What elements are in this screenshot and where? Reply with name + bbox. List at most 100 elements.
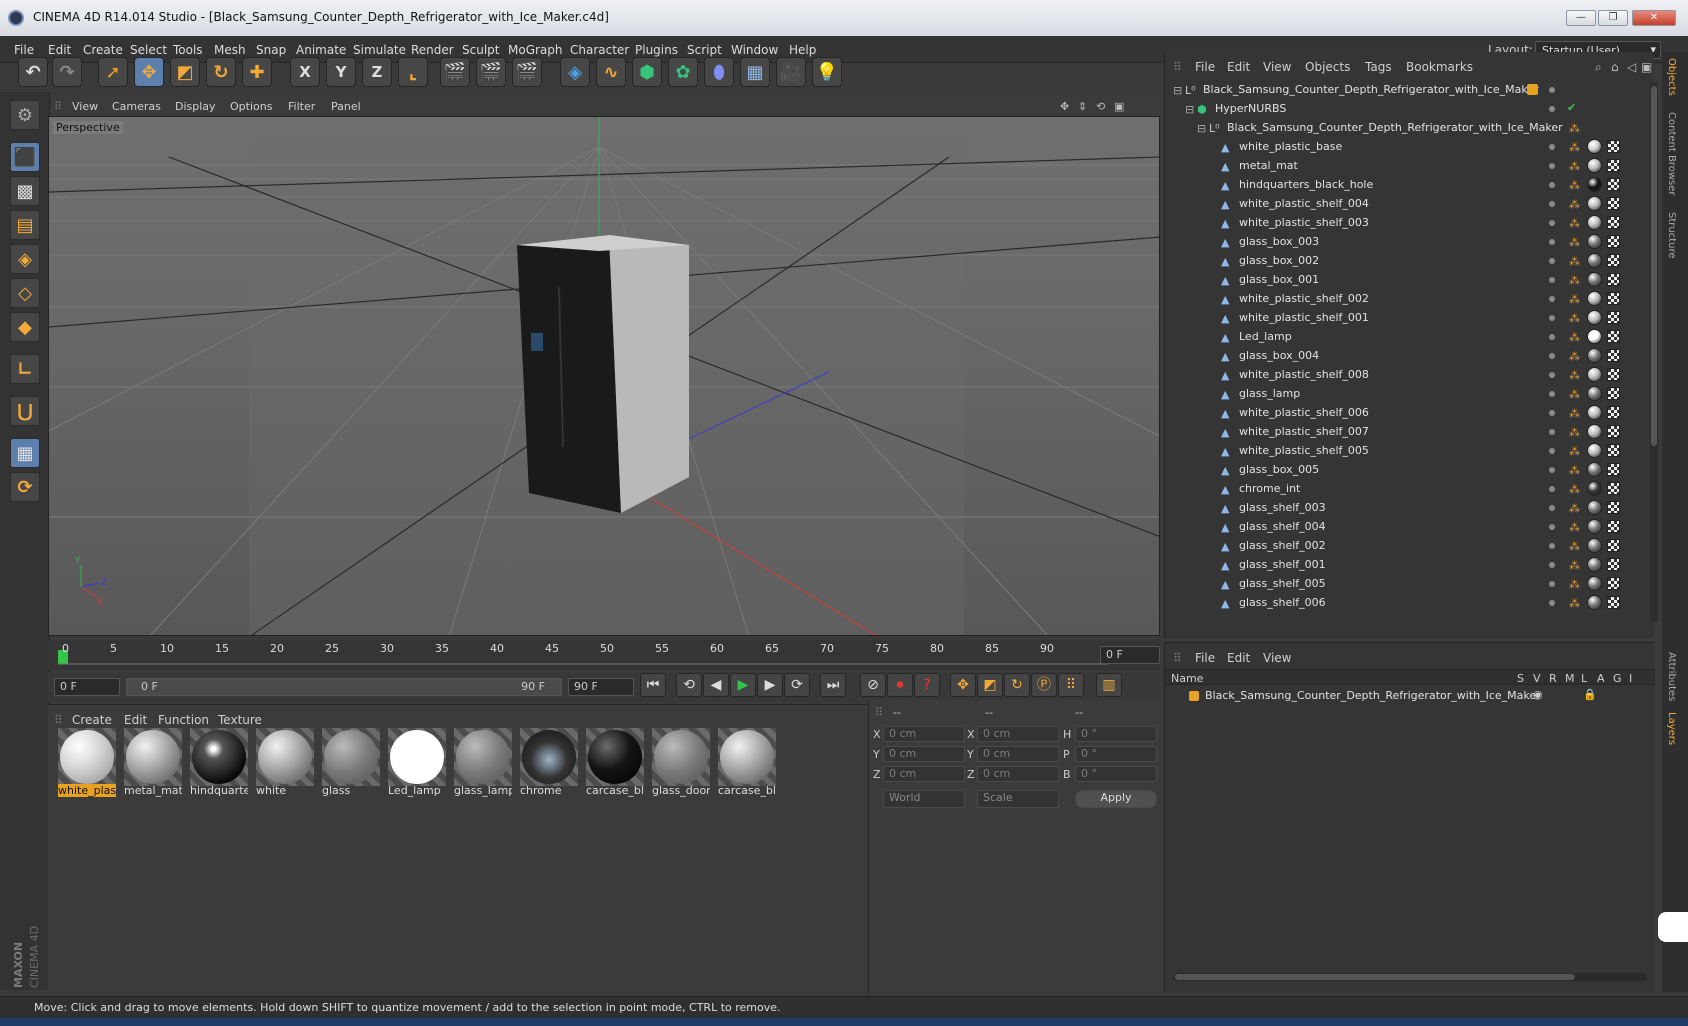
material-menu-texture[interactable]: Texture: [218, 713, 262, 727]
object-row[interactable]: ▲ glass_lamp ⁂: [1165, 384, 1635, 404]
menu-window[interactable]: Window: [731, 43, 778, 57]
phong-tag-icon[interactable]: ⁂: [1569, 198, 1580, 211]
undo-button[interactable]: ↶: [18, 57, 48, 87]
visibility-dot[interactable]: [1549, 239, 1555, 245]
object-row[interactable]: ▲ glass_box_003 ⁂: [1165, 232, 1635, 252]
visibility-dot[interactable]: [1549, 467, 1555, 473]
previous-key-button[interactable]: ⟲: [676, 673, 702, 697]
visibility-dot[interactable]: [1549, 372, 1555, 378]
workplane-lock-button[interactable]: ▦: [10, 438, 40, 468]
visibility-dot[interactable]: [1549, 315, 1555, 321]
next-frame-button[interactable]: ▶: [757, 673, 783, 697]
z-axis-lock-button[interactable]: Z: [362, 57, 392, 87]
material-tag-icon[interactable]: [1587, 576, 1602, 591]
keyframe-selection-button[interactable]: ?: [914, 673, 940, 697]
scale-tool-button[interactable]: ◩: [170, 57, 200, 87]
phong-tag-icon[interactable]: ⁂: [1569, 369, 1580, 382]
material-tag-icon[interactable]: [1587, 405, 1602, 420]
material-swatch[interactable]: chrome: [520, 728, 578, 797]
texture-tag-icon[interactable]: [1607, 292, 1620, 305]
material-tag-icon[interactable]: [1587, 253, 1602, 268]
layers-menu-view[interactable]: View: [1263, 651, 1291, 665]
texture-tag-icon[interactable]: [1607, 387, 1620, 400]
frame-range-slider[interactable]: 0 F 90 F: [126, 678, 562, 696]
layers-column-a[interactable]: A: [1597, 672, 1605, 685]
key-pla-button[interactable]: ⠿: [1058, 673, 1084, 697]
end-frame-field[interactable]: 90 F: [568, 678, 634, 696]
viewport-menu-filter[interactable]: Filter: [288, 100, 315, 113]
layer-color-icon[interactable]: [1189, 691, 1199, 701]
scene-floor-button[interactable]: ▦: [740, 57, 770, 87]
remote-support-icon[interactable]: [1658, 912, 1688, 942]
visibility-dot[interactable]: [1549, 581, 1555, 587]
size-z-field[interactable]: 0 cm: [977, 766, 1059, 782]
tab-attributes[interactable]: Attributes: [1666, 652, 1677, 701]
rotation-b-field[interactable]: 0 °: [1075, 766, 1157, 782]
object-row[interactable]: ▲ white_plastic_shelf_003 ⁂: [1165, 213, 1635, 233]
phong-tag-icon[interactable]: ⁂: [1569, 293, 1580, 306]
next-key-button[interactable]: ⟳: [784, 673, 810, 697]
phong-tag-icon[interactable]: ⁂: [1569, 350, 1580, 363]
texture-tag-icon[interactable]: [1607, 349, 1620, 362]
panel-grip-icon[interactable]: ⠿: [1173, 60, 1182, 74]
material-swatch[interactable]: carcase_bla: [718, 728, 776, 797]
material-tag-icon[interactable]: [1587, 272, 1602, 287]
material-tag-icon[interactable]: [1587, 196, 1602, 211]
tab-objects[interactable]: Objects: [1666, 58, 1677, 96]
menu-tools[interactable]: Tools: [173, 43, 203, 57]
texture-tag-icon[interactable]: [1607, 159, 1620, 172]
object-row[interactable]: ▲ glass_shelf_003 ⁂: [1165, 498, 1635, 518]
menu-create[interactable]: Create: [83, 43, 123, 57]
object-row[interactable]: ▲ Led_lamp ⁂: [1165, 327, 1635, 347]
layers-column-r[interactable]: R: [1549, 672, 1557, 685]
visibility-dot[interactable]: [1549, 144, 1555, 150]
texture-tag-icon[interactable]: [1607, 444, 1620, 457]
phong-tag-icon[interactable]: ⁂: [1569, 597, 1580, 610]
texture-tag-icon[interactable]: [1607, 463, 1620, 476]
recent-tool-button[interactable]: ✚: [242, 57, 272, 87]
render-picture-viewer-button[interactable]: 🎬: [476, 57, 506, 87]
texture-tag-icon[interactable]: [1607, 501, 1620, 514]
texture-tag-icon[interactable]: [1607, 368, 1620, 381]
texture-tag-icon[interactable]: [1607, 330, 1620, 343]
object-row[interactable]: ▲ white_plastic_shelf_007 ⁂: [1165, 422, 1635, 442]
lock-icon[interactable]: 🔒: [1583, 688, 1597, 701]
minimize-button[interactable]: —: [1566, 10, 1596, 26]
viewport-menu-panel[interactable]: Panel: [331, 100, 361, 113]
material-tag-icon[interactable]: [1587, 348, 1602, 363]
key-rotation-button[interactable]: ↻: [1004, 673, 1030, 697]
texture-tag-icon[interactable]: [1607, 273, 1620, 286]
visibility-dot[interactable]: [1549, 600, 1555, 606]
menu-character[interactable]: Character: [570, 43, 629, 57]
collapse-icon[interactable]: ⊟: [1173, 84, 1183, 97]
material-tag-icon[interactable]: [1587, 500, 1602, 515]
mograph-cloner-button[interactable]: ✿: [668, 57, 698, 87]
layers-column-v[interactable]: V: [1533, 672, 1541, 685]
object-row[interactable]: ▲ white_plastic_shelf_004 ⁂: [1165, 194, 1635, 214]
scrollbar-thumb[interactable]: [1175, 974, 1575, 980]
object-row[interactable]: ▲ glass_shelf_006 ⁂: [1165, 593, 1635, 613]
material-swatch[interactable]: metal_mat: [124, 728, 182, 797]
size-mode-dropdown[interactable]: Scale: [977, 790, 1059, 808]
material-tag-icon[interactable]: [1587, 386, 1602, 401]
rotate-tool-button[interactable]: ↻: [206, 57, 236, 87]
visibility-dot[interactable]: [1549, 258, 1555, 264]
material-tag-icon[interactable]: [1587, 557, 1602, 572]
menu-mograph[interactable]: MoGraph: [508, 43, 563, 57]
record-keys-button[interactable]: ⊘: [860, 673, 886, 697]
material-menu-create[interactable]: Create: [72, 713, 112, 727]
light-button[interactable]: 💡: [812, 57, 842, 87]
material-tag-icon[interactable]: [1587, 481, 1602, 496]
material-tag-icon[interactable]: [1587, 329, 1602, 344]
texture-tag-icon[interactable]: [1607, 216, 1620, 229]
layers-menu-edit[interactable]: Edit: [1227, 651, 1250, 665]
object-row[interactable]: ▲ chrome_int ⁂: [1165, 479, 1635, 499]
layers-menu-file[interactable]: File: [1195, 651, 1215, 665]
visibility-dot[interactable]: [1549, 201, 1555, 207]
coordinate-mode-dropdown[interactable]: World: [883, 790, 965, 808]
visibility-dot[interactable]: [1549, 182, 1555, 188]
play-button[interactable]: ▶: [730, 673, 756, 697]
material-tag-icon[interactable]: [1587, 177, 1602, 192]
current-frame-field[interactable]: 0 F: [1100, 646, 1160, 664]
object-manager-scrollbar[interactable]: [1650, 82, 1658, 622]
